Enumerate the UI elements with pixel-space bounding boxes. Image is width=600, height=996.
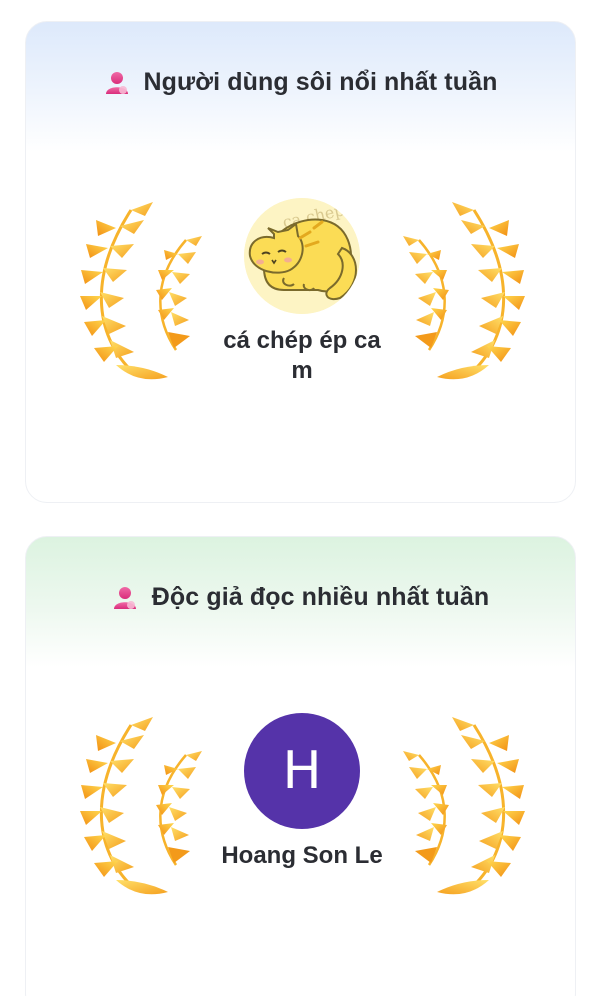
laurel-wreath-right-icon (401, 200, 527, 380)
avatar[interactable]: H (244, 713, 360, 829)
card-header: Người dùng sôi nổi nhất tuần (26, 68, 575, 97)
card-title: Độc giả đọc nhiều nhất tuần (151, 583, 490, 611)
user-name[interactable]: Hoang Son Le (216, 841, 388, 871)
avatar-letter: H (282, 741, 322, 801)
laurel-wreath-left-icon (78, 200, 204, 380)
laurel-wreath-left-icon (78, 715, 204, 895)
user-icon (105, 71, 128, 94)
weekly-ranking-page: Người dùng sôi nổi nhất tuần ca chep ep … (0, 0, 600, 996)
top-reader-card[interactable]: Độc giả đọc nhiều nhất tuần H Hoang Son … (25, 536, 576, 996)
avatar[interactable]: ca chep ep cam (244, 198, 360, 314)
user-icon (113, 586, 136, 609)
card-title: Người dùng sôi nổi nhất tuần (143, 68, 498, 96)
most-active-user-card[interactable]: Người dùng sôi nổi nhất tuần ca chep ep … (25, 21, 576, 503)
card-header: Độc giả đọc nhiều nhất tuần (26, 583, 575, 612)
cat-avatar-icon: ca chep ep cam (244, 198, 360, 314)
laurel-wreath-right-icon (401, 715, 527, 895)
user-name[interactable]: cá chép ép cam (216, 326, 388, 386)
